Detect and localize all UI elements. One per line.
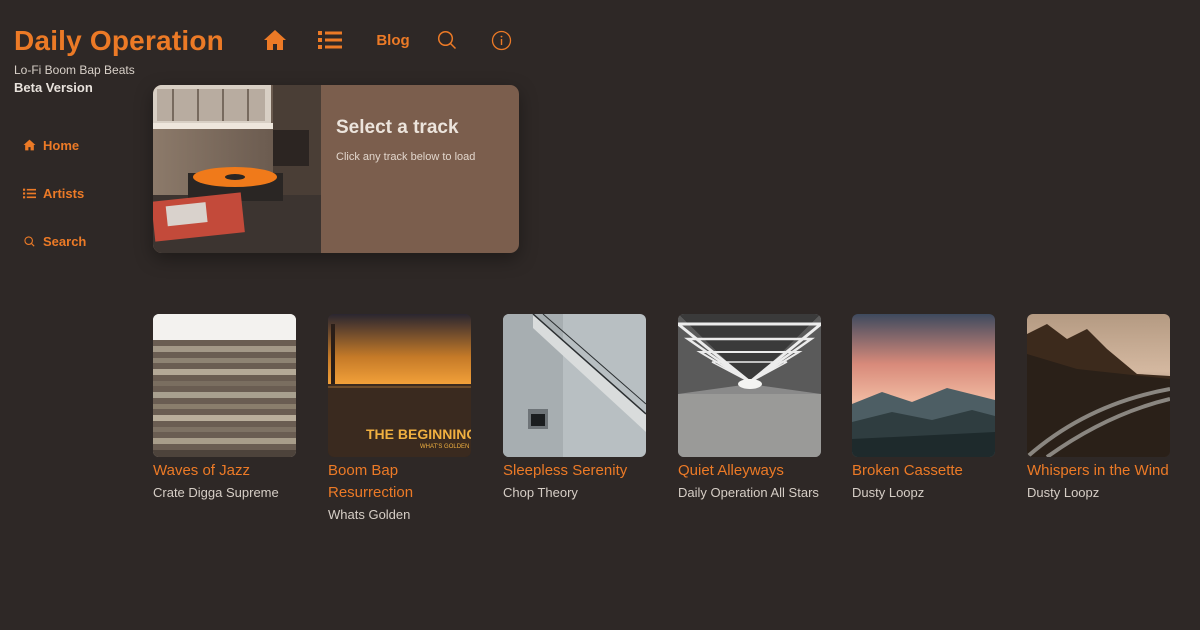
nav-home-button[interactable] bbox=[262, 28, 288, 52]
track-cover bbox=[678, 314, 821, 457]
track-card[interactable]: Whispers in the Wind Dusty Loopz bbox=[1027, 314, 1171, 502]
nav-search-button[interactable] bbox=[436, 28, 458, 52]
list-icon bbox=[318, 31, 342, 49]
track-card[interactable]: Waves of Jazz Crate Digga Supreme bbox=[153, 314, 297, 502]
track-title: Boom Bap Resurrection bbox=[328, 462, 414, 501]
search-icon bbox=[437, 30, 457, 50]
track-artist: Whats Golden bbox=[328, 507, 411, 522]
site-subtitle: Lo-Fi Boom Bap Beats bbox=[14, 63, 135, 77]
site-title[interactable]: Daily Operation bbox=[14, 24, 234, 58]
track-title: Broken Cassette bbox=[852, 462, 963, 479]
list-icon bbox=[22, 186, 36, 200]
player-info: Select a track Click any track below to … bbox=[336, 117, 475, 163]
track-artist: Chop Theory bbox=[503, 485, 578, 500]
cover-subtitle: WHAT'S GOLDEN bbox=[420, 444, 469, 450]
track-cover bbox=[503, 314, 646, 457]
nav-blog-link[interactable]: Blog bbox=[376, 28, 410, 52]
sidebar: Home Artists Search bbox=[22, 135, 142, 279]
player-title: Select a track bbox=[336, 117, 459, 138]
info-icon bbox=[491, 30, 511, 50]
sidebar-item-search[interactable]: Search bbox=[22, 231, 142, 251]
player-card: Select a track Click any track below to … bbox=[153, 85, 519, 253]
track-artist: Dusty Loopz bbox=[1027, 485, 1100, 500]
track-cover bbox=[1027, 314, 1170, 457]
nav-info-button[interactable] bbox=[490, 28, 512, 52]
track-title: Sleepless Serenity bbox=[503, 462, 628, 479]
track-card[interactable]: Quiet Alleyways Daily Operation All Star… bbox=[678, 314, 822, 502]
search-icon bbox=[22, 234, 36, 248]
sidebar-item-label: Artists bbox=[43, 185, 85, 201]
track-artist: Crate Digga Supreme bbox=[153, 485, 279, 500]
player-artwork bbox=[153, 85, 321, 253]
sidebar-item-label: Search bbox=[43, 233, 87, 249]
track-title: Whispers in the Wind bbox=[1027, 462, 1169, 479]
home-icon bbox=[22, 138, 36, 152]
track-card[interactable]: Sleepless Serenity Chop Theory bbox=[503, 314, 647, 502]
track-title: Waves of Jazz bbox=[153, 462, 250, 479]
track-card[interactable]: Broken Cassette Dusty Loopz bbox=[852, 314, 996, 502]
cover-title: THE BEGINNING bbox=[366, 426, 471, 442]
track-cover bbox=[153, 314, 296, 457]
track-artist: Dusty Loopz bbox=[852, 485, 925, 500]
sidebar-item-home[interactable]: Home bbox=[22, 135, 142, 155]
home-icon bbox=[264, 30, 286, 50]
track-card[interactable]: THE BEGINNING WHAT'S GOLDEN Boom Bap Res… bbox=[328, 314, 472, 524]
sidebar-item-label: Home bbox=[43, 137, 80, 153]
track-title: Quiet Alleyways bbox=[678, 462, 784, 479]
nav-list-button[interactable] bbox=[317, 28, 343, 52]
player-subtitle: Click any track below to load bbox=[336, 151, 476, 163]
track-cover: THE BEGINNING WHAT'S GOLDEN bbox=[328, 314, 471, 457]
track-artist: Daily Operation All Stars bbox=[678, 485, 819, 500]
track-cover bbox=[852, 314, 995, 457]
sidebar-item-artists[interactable]: Artists bbox=[22, 183, 142, 203]
